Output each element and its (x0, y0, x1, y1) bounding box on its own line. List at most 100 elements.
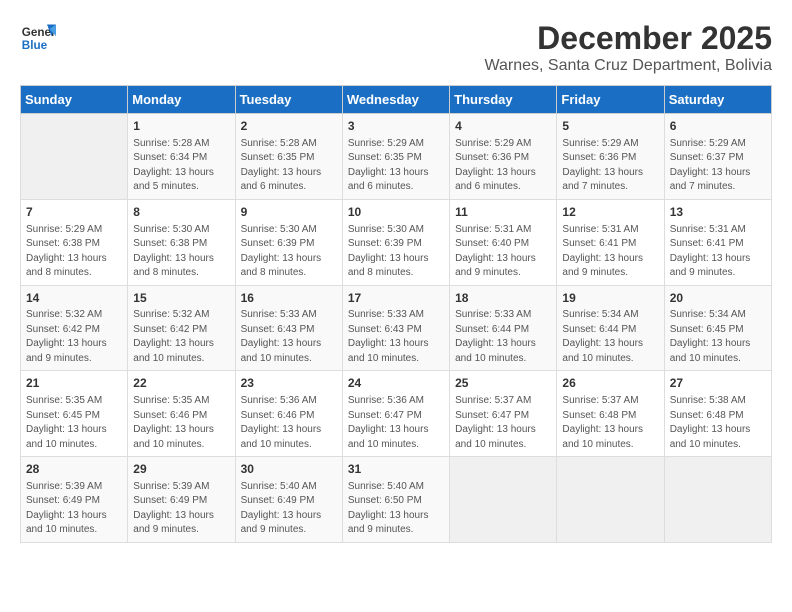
calendar-day: 25 Sunrise: 5:37 AM Sunset: 6:47 PM Dayli… (450, 371, 557, 457)
calendar-day: 30 Sunrise: 5:40 AM Sunset: 6:49 PM Dayli… (235, 457, 342, 543)
day-info: Sunrise: 5:37 AM Sunset: 6:48 PM Dayligh… (562, 394, 658, 452)
calendar-week-1: 1Sunrise: 5:28 AM Sunset: 6:34 PM Daylig… (21, 114, 772, 200)
calendar-day: 2 Sunrise: 5:28 AM Sunset: 6:35 PM Daylig… (235, 114, 342, 200)
calendar-day: 15Sunrise: 5:32 AM Sunset: 6:42 PM Dayli… (128, 285, 235, 371)
calendar-day: 10 Sunrise: 5:30 AM Sunset: 6:39 PM Dayli… (342, 199, 449, 285)
weekday-header-wednesday: Wednesday (342, 86, 449, 114)
day-info: Sunrise: 5:29 AM Sunset: 6:35 PM Dayligh… (348, 137, 444, 195)
weekday-header-saturday: Saturday (664, 86, 771, 114)
calendar-week-2: 7 Sunrise: 5:29 AM Sunset: 6:38 PM Daylig… (21, 199, 772, 285)
calendar-week-5: 28Sunrise: 5:39 AM Sunset: 6:49 PM Dayli… (21, 457, 772, 543)
day-number: 20 (670, 290, 766, 307)
day-number: 16 (241, 290, 337, 307)
day-info: Sunrise: 5:31 AM Sunset: 6:41 PM Dayligh… (670, 223, 766, 281)
calendar-day: 5Sunrise: 5:29 AM Sunset: 6:36 PM Daylig… (557, 114, 664, 200)
day-number: 7 (26, 204, 122, 221)
day-info: Sunrise: 5:35 AM Sunset: 6:46 PM Dayligh… (133, 394, 229, 452)
calendar-week-4: 21 Sunrise: 5:35 AM Sunset: 6:45 PM Dayli… (21, 371, 772, 457)
day-number: 15 (133, 290, 229, 307)
day-info: Sunrise: 5:36 AM Sunset: 6:46 PM Dayligh… (241, 394, 337, 452)
calendar-day: 29Sunrise: 5:39 AM Sunset: 6:49 PM Dayli… (128, 457, 235, 543)
day-info: Sunrise: 5:38 AM Sunset: 6:48 PM Dayligh… (670, 394, 766, 452)
calendar-day: 28Sunrise: 5:39 AM Sunset: 6:49 PM Dayli… (21, 457, 128, 543)
day-number: 8 (133, 204, 229, 221)
day-number: 29 (133, 461, 229, 478)
day-number: 10 (348, 204, 444, 221)
day-number: 4 (455, 118, 551, 135)
day-info: Sunrise: 5:40 AM Sunset: 6:50 PM Dayligh… (348, 480, 444, 538)
calendar-day (557, 457, 664, 543)
calendar-day: 1Sunrise: 5:28 AM Sunset: 6:34 PM Daylig… (128, 114, 235, 200)
calendar-day: 20Sunrise: 5:34 AM Sunset: 6:45 PM Dayli… (664, 285, 771, 371)
day-info: Sunrise: 5:36 AM Sunset: 6:47 PM Dayligh… (348, 394, 444, 452)
day-number: 23 (241, 375, 337, 392)
day-number: 14 (26, 290, 122, 307)
day-number: 9 (241, 204, 337, 221)
calendar-day: 27 Sunrise: 5:38 AM Sunset: 6:48 PM Dayli… (664, 371, 771, 457)
day-info: Sunrise: 5:33 AM Sunset: 6:44 PM Dayligh… (455, 308, 551, 366)
day-number: 6 (670, 118, 766, 135)
calendar-day: 26 Sunrise: 5:37 AM Sunset: 6:48 PM Dayli… (557, 371, 664, 457)
month-title: December 2025 (484, 20, 772, 57)
weekday-header-tuesday: Tuesday (235, 86, 342, 114)
calendar-day: 19Sunrise: 5:34 AM Sunset: 6:44 PM Dayli… (557, 285, 664, 371)
day-number: 25 (455, 375, 551, 392)
day-info: Sunrise: 5:31 AM Sunset: 6:40 PM Dayligh… (455, 223, 551, 281)
logo: General Blue (20, 20, 56, 56)
day-number: 3 (348, 118, 444, 135)
day-info: Sunrise: 5:37 AM Sunset: 6:47 PM Dayligh… (455, 394, 551, 452)
weekday-header-row: SundayMondayTuesdayWednesdayThursdayFrid… (21, 86, 772, 114)
day-info: Sunrise: 5:32 AM Sunset: 6:42 PM Dayligh… (133, 308, 229, 366)
day-info: Sunrise: 5:33 AM Sunset: 6:43 PM Dayligh… (348, 308, 444, 366)
day-info: Sunrise: 5:30 AM Sunset: 6:38 PM Dayligh… (133, 223, 229, 281)
calendar-body: 1Sunrise: 5:28 AM Sunset: 6:34 PM Daylig… (21, 114, 772, 543)
day-number: 24 (348, 375, 444, 392)
day-info: Sunrise: 5:30 AM Sunset: 6:39 PM Dayligh… (241, 223, 337, 281)
day-info: Sunrise: 5:29 AM Sunset: 6:37 PM Dayligh… (670, 137, 766, 195)
day-info: Sunrise: 5:39 AM Sunset: 6:49 PM Dayligh… (26, 480, 122, 538)
day-number: 22 (133, 375, 229, 392)
calendar-week-3: 14 Sunrise: 5:32 AM Sunset: 6:42 PM Dayli… (21, 285, 772, 371)
calendar-day: 4 Sunrise: 5:29 AM Sunset: 6:36 PM Daylig… (450, 114, 557, 200)
weekday-header-monday: Monday (128, 86, 235, 114)
day-number: 21 (26, 375, 122, 392)
title-area: December 2025 Warnes, Santa Cruz Departm… (484, 20, 772, 75)
day-info: Sunrise: 5:33 AM Sunset: 6:43 PM Dayligh… (241, 308, 337, 366)
calendar-table: SundayMondayTuesdayWednesdayThursdayFrid… (20, 85, 772, 543)
calendar-day (21, 114, 128, 200)
calendar-day: 13Sunrise: 5:31 AM Sunset: 6:41 PM Dayli… (664, 199, 771, 285)
calendar-day: 6 Sunrise: 5:29 AM Sunset: 6:37 PM Daylig… (664, 114, 771, 200)
day-info: Sunrise: 5:30 AM Sunset: 6:39 PM Dayligh… (348, 223, 444, 281)
day-info: Sunrise: 5:29 AM Sunset: 6:38 PM Dayligh… (26, 223, 122, 281)
calendar-day: 24 Sunrise: 5:36 AM Sunset: 6:47 PM Dayli… (342, 371, 449, 457)
day-info: Sunrise: 5:28 AM Sunset: 6:35 PM Dayligh… (241, 137, 337, 195)
day-number: 26 (562, 375, 658, 392)
day-number: 19 (562, 290, 658, 307)
day-number: 12 (562, 204, 658, 221)
day-number: 31 (348, 461, 444, 478)
day-number: 17 (348, 290, 444, 307)
day-info: Sunrise: 5:35 AM Sunset: 6:45 PM Dayligh… (26, 394, 122, 452)
page-header: General Blue December 2025 Warnes, Santa… (20, 20, 772, 75)
calendar-header: SundayMondayTuesdayWednesdayThursdayFrid… (21, 86, 772, 114)
day-number: 18 (455, 290, 551, 307)
weekday-header-thursday: Thursday (450, 86, 557, 114)
day-info: Sunrise: 5:31 AM Sunset: 6:41 PM Dayligh… (562, 223, 658, 281)
calendar-day: 31 Sunrise: 5:40 AM Sunset: 6:50 PM Dayli… (342, 457, 449, 543)
day-number: 30 (241, 461, 337, 478)
day-number: 2 (241, 118, 337, 135)
calendar-day: 22 Sunrise: 5:35 AM Sunset: 6:46 PM Dayli… (128, 371, 235, 457)
calendar-day: 8 Sunrise: 5:30 AM Sunset: 6:38 PM Daylig… (128, 199, 235, 285)
day-number: 11 (455, 204, 551, 221)
calendar-day: 16Sunrise: 5:33 AM Sunset: 6:43 PM Dayli… (235, 285, 342, 371)
location-title: Warnes, Santa Cruz Department, Bolivia (484, 57, 772, 75)
calendar-day: 12 Sunrise: 5:31 AM Sunset: 6:41 PM Dayli… (557, 199, 664, 285)
day-info: Sunrise: 5:40 AM Sunset: 6:49 PM Dayligh… (241, 480, 337, 538)
day-info: Sunrise: 5:28 AM Sunset: 6:34 PM Dayligh… (133, 137, 229, 195)
day-number: 5 (562, 118, 658, 135)
calendar-day: 7 Sunrise: 5:29 AM Sunset: 6:38 PM Daylig… (21, 199, 128, 285)
day-info: Sunrise: 5:29 AM Sunset: 6:36 PM Dayligh… (455, 137, 551, 195)
calendar-day: 18Sunrise: 5:33 AM Sunset: 6:44 PM Dayli… (450, 285, 557, 371)
day-number: 27 (670, 375, 766, 392)
calendar-day: 11 Sunrise: 5:31 AM Sunset: 6:40 PM Dayli… (450, 199, 557, 285)
